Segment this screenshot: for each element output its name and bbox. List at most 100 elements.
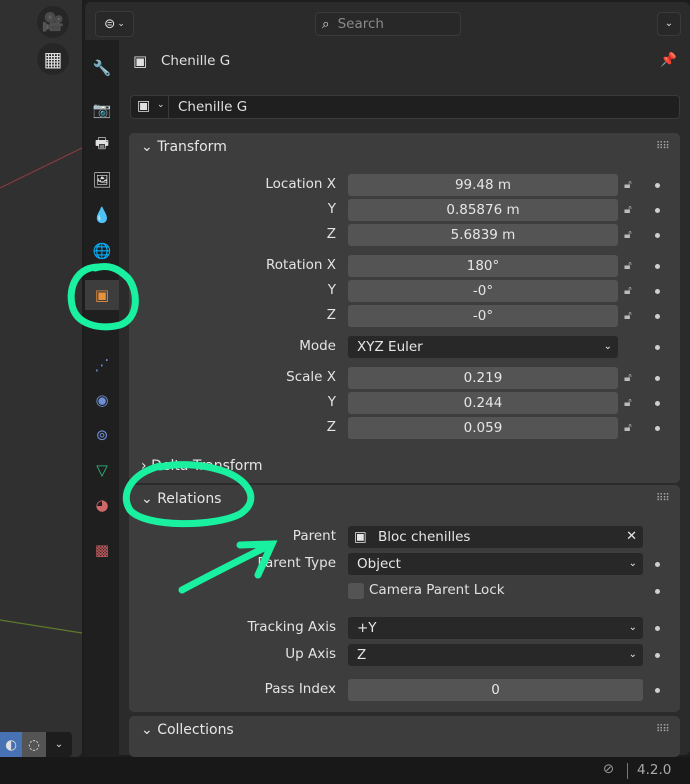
relations-header[interactable]: ⌄ Relations: [141, 491, 221, 507]
keyframe-dot[interactable]: [655, 289, 660, 294]
options-dropdown[interactable]: ⌄: [657, 12, 681, 36]
3d-viewport[interactable]: 🎥 ▦ ◐ ◌ ⌄: [0, 0, 82, 757]
lock-icon[interactable]: 🔓︎: [624, 308, 642, 323]
keyframe-dot[interactable]: [655, 426, 660, 431]
pin-icon[interactable]: 📌: [660, 52, 677, 68]
sphere-icon: ◐: [5, 736, 17, 753]
physics-icon: ◉: [95, 391, 109, 409]
solid-shading-button[interactable]: ◐: [0, 732, 22, 757]
object-icon: ▣: [94, 286, 110, 304]
transform-value-field[interactable]: 180°: [348, 255, 618, 277]
keyframe-dot[interactable]: [655, 401, 660, 406]
transform-value-field[interactable]: 0.244: [348, 392, 618, 414]
camera-view-button[interactable]: 🎥: [37, 6, 69, 38]
chevron-down-icon: ⌄: [628, 649, 637, 660]
parent-type-label: Parent Type: [257, 555, 336, 571]
search-input[interactable]: ⌕ Search: [315, 12, 461, 36]
ortho-grid-button[interactable]: ▦: [37, 43, 69, 75]
pass-index-field[interactable]: 0: [348, 679, 643, 701]
tab-world[interactable]: 🌐: [85, 236, 119, 266]
transform-value-field[interactable]: 99.48 m: [348, 174, 618, 196]
shading-dropdown[interactable]: ⌄: [46, 732, 72, 757]
transform-value-field[interactable]: -0°: [348, 305, 618, 327]
tab-physics[interactable]: ◉: [85, 385, 119, 415]
transform-header[interactable]: ⌄ Transform: [141, 139, 227, 155]
transform-value-field[interactable]: 5.6839 m: [348, 224, 618, 246]
keyframe-dot[interactable]: [655, 626, 660, 631]
collections-header[interactable]: ⌄ Collections: [141, 722, 234, 738]
object-icon: ▣: [137, 98, 151, 114]
tab-scene[interactable]: 💧: [85, 200, 119, 230]
clear-icon[interactable]: ✕: [626, 526, 637, 548]
delta-transform-header[interactable]: › Delta Transform: [141, 458, 263, 474]
lock-icon[interactable]: 🔓︎: [624, 227, 642, 242]
version-label: 4.2.0: [637, 762, 672, 778]
transform-row-label: Z: [326, 226, 336, 242]
transform-value-field[interactable]: 0.059: [348, 417, 618, 439]
lock-icon[interactable]: 🔓︎: [624, 283, 642, 298]
shading-buttons: ◐ ◌ ⌄: [0, 732, 72, 757]
lock-icon[interactable]: 🔓︎: [624, 370, 642, 385]
transform-row-label: Scale X: [286, 369, 336, 385]
keyframe-dot[interactable]: [655, 688, 660, 693]
keyframe-dot[interactable]: [655, 589, 660, 594]
transform-value-field[interactable]: 0.219: [348, 367, 618, 389]
datablock-field[interactable]: ▣ ⌄ Chenille G: [130, 95, 680, 119]
tab-texture[interactable]: ▩: [85, 535, 119, 565]
parent-type-select[interactable]: Object ⌄: [348, 553, 643, 575]
datablock-name[interactable]: Chenille G: [178, 99, 247, 115]
mode-label: Mode: [299, 338, 336, 354]
keyframe-dot[interactable]: [655, 208, 660, 213]
transform-row-label: Y: [327, 282, 336, 298]
chevron-down-icon: ⌄: [628, 622, 637, 633]
camera-parent-lock-checkbox[interactable]: [348, 583, 364, 599]
tab-object[interactable]: ▣: [85, 280, 119, 310]
keyframe-dot[interactable]: [655, 233, 660, 238]
lock-icon[interactable]: 🔓︎: [624, 202, 642, 217]
parent-field[interactable]: ▣ Bloc chenilles ✕: [348, 526, 643, 548]
tracking-axis-select[interactable]: +Y ⌄: [348, 617, 643, 639]
tab-particles[interactable]: ⋰: [85, 350, 119, 380]
tab-view-layer[interactable]: 🖼: [85, 165, 119, 195]
editor-type-button[interactable]: ⊜ ⌄: [95, 11, 134, 37]
rotation-mode-select[interactable]: XYZ Euler ⌄: [348, 336, 618, 358]
mesh-data-icon: ▽: [96, 461, 108, 479]
tab-constraints[interactable]: ⊚: [85, 420, 119, 450]
drag-handle-icon[interactable]: ⠿⠿: [656, 493, 670, 504]
tab-render[interactable]: 📷: [85, 95, 119, 125]
keyframe-dot[interactable]: [655, 264, 660, 269]
tab-tool[interactable]: 🔧: [85, 53, 119, 83]
lock-icon[interactable]: 🔓︎: [624, 395, 642, 410]
lock-icon[interactable]: 🔓︎: [624, 258, 642, 273]
keyframe-dot[interactable]: [655, 345, 660, 350]
chevron-down-icon: ⌄: [54, 739, 64, 750]
transform-row-label: Location X: [265, 176, 336, 192]
keyframe-dot[interactable]: [655, 183, 660, 188]
relations-panel: [129, 485, 680, 712]
transform-row-label: Rotation X: [266, 257, 336, 273]
camera-parent-lock-label: Camera Parent Lock: [369, 582, 505, 598]
lock-icon[interactable]: 🔓︎: [624, 420, 642, 435]
material-shading-button[interactable]: ◌: [22, 732, 46, 757]
lock-icon[interactable]: 🔓︎: [624, 177, 642, 192]
up-axis-select[interactable]: Z ⌄: [348, 644, 643, 666]
tab-material[interactable]: ◕: [85, 490, 119, 520]
chevron-down-icon: ⌄: [628, 558, 637, 569]
keyframe-dot[interactable]: [655, 562, 660, 567]
tab-output[interactable]: 🖶: [85, 130, 119, 160]
checker-icon: ▩: [94, 541, 110, 559]
transform-value-field[interactable]: -0°: [348, 280, 618, 302]
chevron-down-icon: ⌄: [603, 341, 612, 352]
keyframe-dot[interactable]: [655, 314, 660, 319]
drag-handle-icon[interactable]: ⠿⠿: [656, 724, 670, 735]
tab-data[interactable]: ▽: [85, 455, 119, 485]
drag-handle-icon[interactable]: ⠿⠿: [656, 141, 670, 152]
transform-value-field[interactable]: 0.85876 m: [348, 199, 618, 221]
status-bar: ⊘ 4.2.0: [0, 757, 690, 784]
network-disabled-icon: ⊘: [603, 761, 615, 777]
keyframe-dot[interactable]: [655, 376, 660, 381]
material-icon: ◕: [95, 496, 109, 514]
chevron-down-icon: ⌄: [117, 19, 125, 29]
properties-tabs: 🔧 📷 🖶 🖼 💧 🌐 ▣ ⋰ ◉ ⊚ ▽ ◕ ▩: [85, 40, 119, 757]
keyframe-dot[interactable]: [655, 653, 660, 658]
